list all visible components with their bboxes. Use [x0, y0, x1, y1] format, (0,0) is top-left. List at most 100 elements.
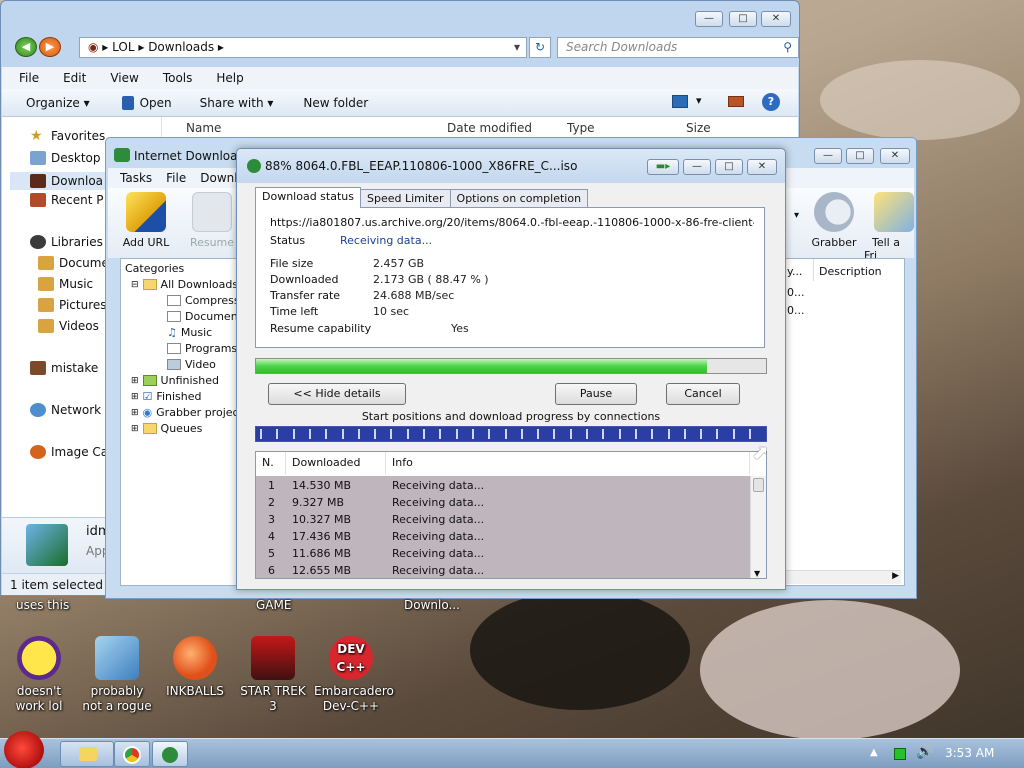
cat-compressed[interactable]: Compresse — [167, 294, 246, 307]
chevron-down-icon[interactable]: ▾ — [794, 210, 799, 221]
nav-desktop[interactable]: Desktop — [30, 151, 101, 165]
grabber-button[interactable]: Grabber — [804, 192, 864, 249]
close-button[interactable]: ✕ — [747, 159, 777, 175]
desktop-icon-inkballs[interactable]: INKBALLS — [158, 636, 232, 699]
minimize-to-tray-button[interactable]: ▬▸ — [647, 159, 679, 175]
address-bar[interactable]: ◉ ▸ LOL ▸ Downloads ▸ ▾ — [79, 37, 527, 58]
vertical-scrollbar[interactable]: ▼ — [750, 476, 766, 578]
column-last-try[interactable]: y... — [787, 265, 802, 278]
table-row[interactable]: 6 12.655 MB Receiving data... — [256, 562, 750, 579]
desktop-label[interactable]: Downlo... — [404, 598, 460, 612]
new-folder-button[interactable]: New folder — [303, 96, 368, 110]
close-button[interactable]: ✕ — [880, 148, 910, 164]
nav-network[interactable]: Network — [30, 403, 101, 417]
clock[interactable]: 3:53 AM — [945, 746, 994, 760]
menu-edit[interactable]: Edit — [47, 71, 94, 85]
table-row[interactable]: 5 11.686 MB Receiving data... — [256, 545, 750, 562]
tell-a-friend-button[interactable]: Tell a Fri — [864, 192, 914, 262]
chevron-down-icon[interactable]: ▾ — [696, 94, 702, 107]
nav-music[interactable]: Music — [38, 277, 93, 291]
hide-details-button[interactable]: << Hide details — [268, 383, 406, 405]
taskbar-chrome[interactable] — [114, 741, 150, 767]
column-size[interactable]: Size — [686, 121, 711, 135]
column-info[interactable]: Info — [386, 452, 750, 474]
help-icon[interactable]: ? — [762, 93, 780, 111]
open-button[interactable]: Open — [121, 95, 172, 110]
table-row[interactable]: 2 9.327 MB Receiving data... — [256, 494, 750, 511]
back-button[interactable]: ◀ — [15, 37, 37, 57]
cat-music[interactable]: ♫ Music — [167, 326, 212, 339]
desktop-icon-dev-cpp[interactable]: DEV C++ Embarcadero Dev-C++ — [314, 636, 394, 714]
start-button[interactable] — [4, 731, 44, 768]
network-tray-icon[interactable] — [894, 748, 906, 760]
column-name[interactable]: Name — [186, 121, 221, 135]
cat-queues[interactable]: ⊞ Queues — [131, 422, 202, 435]
desktop-label[interactable]: uses this — [16, 598, 69, 612]
view-icon[interactable] — [672, 95, 688, 108]
refresh-icon[interactable]: ↻ — [529, 37, 551, 58]
cat-all-downloads[interactable]: ⊟ All Downloads — [131, 278, 238, 291]
dialog-titlebar[interactable]: 88% 8064.0.FBL_EEAP.110806-1000_X86FRE_C… — [237, 149, 785, 183]
desktop-label[interactable]: GAME — [256, 598, 291, 612]
tab-speed-limiter[interactable]: Speed Limiter — [359, 189, 451, 208]
menu-view[interactable]: View — [94, 71, 146, 85]
share-with-button[interactable]: Share with ▾ — [200, 96, 274, 110]
organize-button[interactable]: Organize ▾ — [26, 96, 90, 110]
scroll-right-icon[interactable]: ▶ — [892, 571, 899, 581]
nav-mistake[interactable]: mistake — [30, 361, 98, 375]
search-input[interactable]: Search Downloads ⚲ — [557, 37, 799, 58]
maximize-button[interactable]: □ — [846, 148, 874, 164]
horizontal-scrollbar[interactable]: ▶ — [786, 570, 901, 584]
column-date-modified[interactable]: Date modified — [447, 121, 532, 135]
maximize-button[interactable]: □ — [729, 11, 757, 27]
download-progress-dialog[interactable]: 88% 8064.0.FBL_EEAP.110806-1000_X86FRE_C… — [236, 148, 786, 590]
cat-grabber-projects[interactable]: ⊞ ◉ Grabber projec — [131, 406, 239, 419]
cat-finished[interactable]: ⊞ ☑ Finished — [131, 390, 202, 403]
cat-programs[interactable]: Programs — [167, 342, 237, 355]
volume-icon[interactable]: 🔊 — [916, 744, 933, 760]
scroll-down-icon[interactable]: ▼ — [754, 569, 760, 578]
show-hidden-icons[interactable]: ▲ — [870, 747, 878, 758]
desktop-icon-star-trek[interactable]: STAR TREK 3 — [236, 636, 310, 714]
menu-help[interactable]: Help — [200, 71, 251, 85]
tab-options-on-completion[interactable]: Options on completion — [449, 189, 589, 208]
nav-documents[interactable]: Docume — [38, 256, 109, 270]
download-list[interactable]: y... Description 0... 0... — [782, 258, 905, 586]
taskbar-explorer[interactable] — [60, 741, 114, 767]
resume-button[interactable]: Resume — [182, 192, 242, 249]
search-icon[interactable]: ⚲ — [783, 38, 792, 57]
breadcrumb-downloads[interactable]: Downloads — [148, 40, 214, 54]
maximize-button[interactable]: □ — [715, 159, 743, 175]
connections-table[interactable]: N. Downloaded Info 1 14.530 MB Receiving d… — [255, 451, 767, 579]
column-description[interactable]: Description — [819, 265, 882, 278]
minimize-button[interactable]: — — [683, 159, 711, 175]
chevron-down-icon[interactable]: ▾ — [514, 38, 520, 57]
minimize-button[interactable]: — — [695, 11, 723, 27]
cat-unfinished[interactable]: ⊞ Unfinished — [131, 374, 219, 387]
menu-tools[interactable]: Tools — [147, 71, 201, 85]
menu-tasks[interactable]: Tasks — [120, 171, 152, 185]
nav-favorites[interactable]: ★ Favorites — [30, 129, 105, 143]
table-row[interactable]: 4 17.436 MB Receiving data... — [256, 528, 750, 545]
pause-button[interactable]: Pause — [555, 383, 637, 405]
table-row[interactable]: 1 14.530 MB Receiving data... — [256, 477, 750, 494]
nav-pictures[interactable]: Pictures — [38, 298, 107, 312]
cancel-button[interactable]: Cancel — [666, 383, 740, 405]
cat-video[interactable]: Video — [167, 358, 216, 371]
scroll-thumb[interactable] — [753, 478, 764, 492]
nav-videos[interactable]: Videos — [38, 319, 99, 333]
table-row[interactable]: 3 10.327 MB Receiving data... — [256, 511, 750, 528]
column-downloaded[interactable]: Downloaded — [286, 452, 386, 474]
tab-download-status[interactable]: Download status — [255, 187, 361, 208]
column-number[interactable]: N. — [256, 452, 286, 474]
desktop-icon-yahoo[interactable]: doesn't work lol — [2, 636, 76, 714]
taskbar-idm[interactable] — [152, 741, 188, 767]
nav-recent[interactable]: Recent P — [30, 193, 104, 207]
desktop-icon-rogue[interactable]: probably not a rogue — [80, 636, 154, 714]
forward-button[interactable]: ▶ — [39, 37, 61, 57]
minimize-button[interactable]: — — [814, 148, 842, 164]
close-button[interactable]: ✕ — [761, 11, 791, 27]
menu-file[interactable]: File — [166, 171, 186, 185]
column-type[interactable]: Type — [567, 121, 595, 135]
add-url-button[interactable]: Add URL — [116, 192, 176, 249]
